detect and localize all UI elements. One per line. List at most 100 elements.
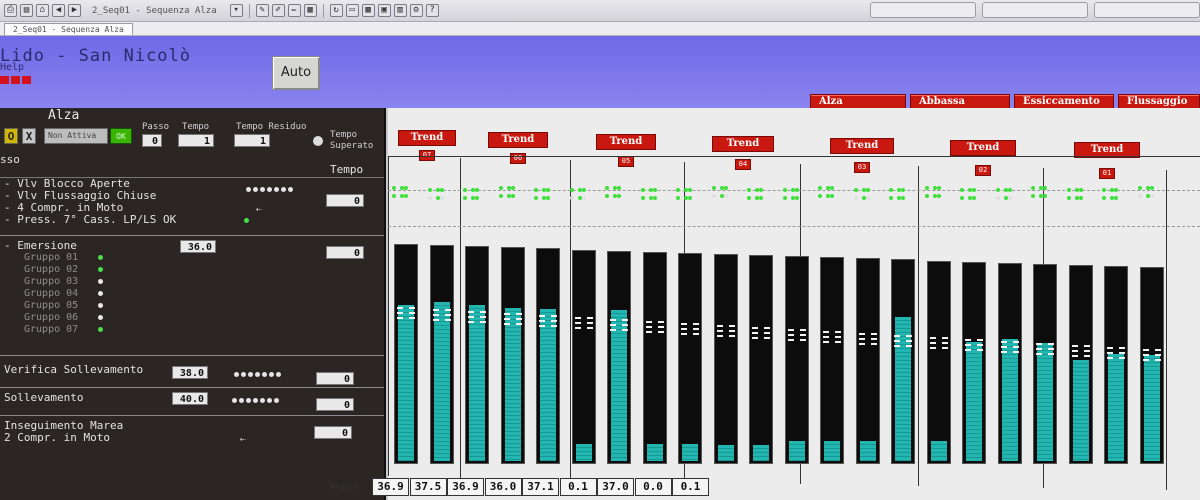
panel-title: Alza [48, 108, 80, 123]
level-bar-fill [540, 308, 556, 461]
help-icon[interactable]: ? [425, 4, 439, 17]
settings-icon[interactable]: ⚙ [409, 4, 423, 17]
status-led [1043, 194, 1047, 198]
gruppo-led [98, 291, 103, 296]
dashed-guide [388, 226, 1200, 227]
forward-arrow-icon[interactable]: ▶ [68, 4, 81, 17]
emersione-time: 0 [326, 246, 364, 259]
status-led [972, 188, 976, 192]
trend-button[interactable]: Trend [950, 140, 1016, 156]
step-block-prerequisites: - Vlv Blocco Aperte - Vlv Flussaggio Chi… [0, 178, 384, 236]
trend-button[interactable]: Trend [712, 136, 774, 152]
level-bar-fill [504, 307, 521, 461]
status-led [932, 186, 937, 190]
print-icon[interactable]: ⎙ [4, 4, 17, 17]
level-bar-fill [682, 443, 698, 461]
status-led [427, 188, 432, 192]
status-led [960, 196, 964, 200]
status-led [1137, 186, 1142, 190]
level-bar [749, 255, 773, 464]
trend-button[interactable]: Trend [488, 132, 548, 148]
level-bar [891, 259, 915, 464]
level-bar-fill [646, 443, 663, 461]
status-led [640, 188, 645, 192]
window-icon[interactable]: ▭ [345, 4, 359, 17]
ok-button[interactable]: OK [110, 128, 132, 144]
edit-icon[interactable]: ✐ [271, 4, 285, 17]
pencil-icon[interactable]: ✏ [287, 4, 301, 17]
status-led [1149, 194, 1154, 198]
angle-value: 36.0 [484, 478, 522, 496]
page-icon[interactable]: ▤ [20, 4, 33, 17]
tempo-superato-indicator [313, 136, 323, 146]
threshold-mark [752, 332, 770, 334]
level-bar [1104, 266, 1128, 464]
tempo-value: 1 [178, 134, 214, 147]
toolbar-field[interactable] [982, 2, 1088, 18]
stop-button[interactable]: X [22, 128, 36, 144]
status-led [932, 194, 937, 198]
dropdown-icon[interactable]: ▾ [229, 4, 243, 17]
threshold-mark [574, 322, 593, 324]
panel-icon[interactable]: ▣ [377, 4, 391, 17]
status-led [924, 194, 929, 198]
threshold-mark [1107, 352, 1125, 354]
level-bar [465, 246, 489, 464]
gruppo-led [98, 327, 103, 332]
threshold-mark [610, 328, 628, 331]
step-press-cass: - Press. 7° Cass. LP/LS OK [4, 213, 177, 226]
level-bar-fill [895, 316, 911, 461]
verifica-time: 0 [316, 372, 354, 385]
auto-button[interactable]: Auto [272, 56, 320, 90]
gruppo-label: Gruppo 06 [24, 312, 79, 323]
toolbar-field[interactable] [1094, 2, 1200, 18]
help-link[interactable]: Help [0, 62, 24, 73]
start-button[interactable]: O [4, 128, 18, 144]
home-icon[interactable]: ⌂ [36, 4, 49, 17]
toolbar-field[interactable] [870, 2, 976, 18]
status-led [818, 194, 822, 198]
level-bar [926, 260, 951, 464]
back-arrow-icon[interactable]: ◀ [52, 4, 65, 17]
layout-icon[interactable]: ▦ [303, 4, 317, 17]
tools-icon[interactable]: ✎ [255, 4, 269, 17]
step-block-emersione: - Emersione 36.0 0 Gruppo 01 Gruppo 02 Gru… [0, 238, 384, 356]
trend-button[interactable]: Trend [830, 138, 894, 154]
status-led [924, 186, 929, 190]
level-bar-fill [859, 440, 876, 461]
threshold-mark [1071, 349, 1090, 352]
gruppo-label: Gruppo 05 [24, 300, 79, 311]
status-led [711, 194, 716, 198]
threshold-mark [539, 319, 557, 322]
status-led [617, 186, 621, 190]
status-led [865, 188, 870, 192]
grid-icon[interactable]: ▩ [361, 4, 375, 17]
threshold-mark [716, 334, 735, 337]
threshold-mark [823, 330, 841, 333]
level-bar-fill [1143, 354, 1160, 461]
status-led [652, 196, 657, 200]
threshold-mark [1107, 347, 1125, 349]
threshold-mark [539, 324, 557, 327]
status-led [475, 188, 479, 192]
angle-value: 37.5 [409, 478, 447, 496]
status-led [853, 188, 858, 192]
status-led [463, 188, 467, 192]
threshold-mark [574, 317, 593, 319]
threshold-mark [1036, 352, 1054, 355]
threshold-mark [1107, 357, 1125, 359]
trend-button[interactable]: Trend [596, 134, 656, 150]
threshold-mark [610, 318, 628, 321]
trend-button[interactable]: Trend [398, 130, 456, 146]
threshold-mark [965, 348, 983, 351]
status-led [865, 196, 870, 200]
tab-sequenza-alza[interactable]: 2_Seq01 - Sequenza Alza [4, 23, 133, 35]
threshold-mark [468, 310, 486, 313]
status-led [794, 196, 799, 200]
status-led [1031, 194, 1035, 198]
refresh-icon[interactable]: ↻ [329, 4, 343, 17]
status-led [1145, 186, 1150, 190]
chart-icon[interactable]: ▥ [393, 4, 407, 17]
status-led [498, 186, 503, 190]
level-bar-fill [966, 341, 982, 461]
